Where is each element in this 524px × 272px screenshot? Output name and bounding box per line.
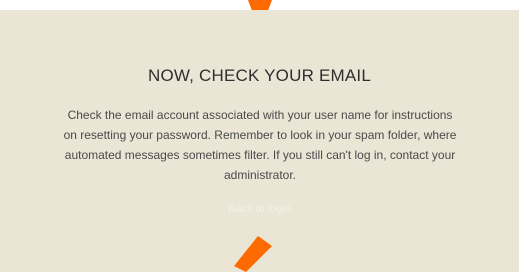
password-reset-confirmation-panel: NOW, CHECK YOUR EMAIL Check the email ac… bbox=[0, 10, 519, 272]
screenshot-stage: NOW, CHECK YOUR EMAIL Check the email ac… bbox=[0, 0, 524, 272]
arrow-pointing-up-icon bbox=[234, 236, 272, 272]
page-title: NOW, CHECK YOUR EMAIL bbox=[147, 66, 372, 85]
instruction-message: Check the email account associated with … bbox=[63, 108, 457, 182]
back-to-login-link[interactable]: Back to login bbox=[0, 203, 519, 215]
